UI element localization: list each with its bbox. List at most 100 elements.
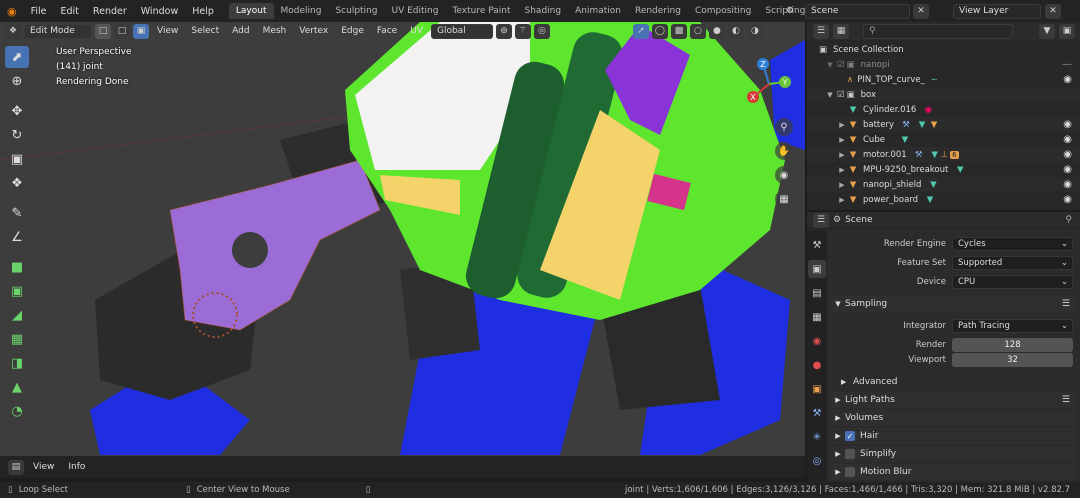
move-tool-icon[interactable]: ✥ (5, 100, 29, 122)
shading-rendered-icon[interactable]: ◑ (746, 23, 763, 39)
display-mode-icon[interactable]: ▦ (833, 23, 849, 39)
tab-uv-editing[interactable]: UV Editing (384, 3, 445, 19)
checkbox-icon[interactable]: ☑ (837, 90, 845, 100)
menu-view[interactable]: View (28, 462, 59, 472)
rotate-tool-icon[interactable]: ↻ (5, 124, 29, 146)
render-engine-dropdown[interactable]: Cycles ⌄ (952, 237, 1073, 251)
outliner-row-box[interactable]: ▼ ☑ ▣ box (807, 87, 1080, 102)
shading-solid-icon[interactable]: ● (708, 23, 725, 39)
tab-compositing[interactable]: Compositing (688, 3, 758, 19)
editor-type-icon[interactable]: ❖ (5, 23, 21, 39)
shading-material-icon[interactable]: ◐ (727, 23, 744, 39)
tab-modeling[interactable]: Modeling (274, 3, 329, 19)
menu-select[interactable]: Select (186, 26, 224, 36)
new-collection-icon[interactable]: ▣ (1059, 23, 1075, 39)
visibility-icon[interactable]: ◉ (1063, 149, 1072, 160)
outliner-row-cylinder-016[interactable]: ▼ Cylinder.016 ◉ (807, 102, 1080, 117)
outliner-row-power-board[interactable]: ▶ ▼ power_board ▼ ◉ (807, 192, 1080, 207)
proportional-icon[interactable]: ◎ (533, 23, 550, 39)
expand-icon[interactable]: ▶ (837, 151, 847, 159)
menu-add[interactable]: Add (227, 26, 254, 36)
menu-vertex[interactable]: Vertex (294, 26, 333, 36)
visibility-icon[interactable]: ◉ (1063, 134, 1072, 145)
visibility-icon[interactable]: — (1062, 59, 1072, 70)
tab-rendering[interactable]: Rendering (628, 3, 688, 19)
expand-icon[interactable]: ▶ (837, 121, 847, 129)
navigation-gizmo[interactable]: Z Y X (745, 52, 805, 112)
bevel-tool-icon[interactable]: ◢ (5, 304, 29, 326)
vertex-select-icon[interactable]: □ (95, 23, 111, 39)
face-select-icon[interactable]: ▣ (133, 23, 149, 39)
viewport-samples-field[interactable]: 32 (952, 353, 1073, 367)
visibility-icon[interactable]: ◉ (1063, 194, 1072, 205)
expand-icon[interactable]: ▶ (837, 136, 847, 144)
filter-icon[interactable]: ▼ (1039, 23, 1055, 39)
simplify-panel-header[interactable]: ▶ Simplify (831, 446, 1076, 462)
edge-select-icon[interactable]: □ (114, 23, 130, 39)
expand-icon[interactable]: ▼ (825, 91, 835, 99)
view-layer-tab-icon[interactable]: ▦ (808, 308, 826, 326)
sampling-panel-header[interactable]: ▼ Sampling ☰ (831, 296, 1076, 312)
extrude-tool-icon[interactable]: ■ (5, 256, 29, 278)
expand-icon[interactable]: ▼ (825, 61, 835, 69)
scene-selector[interactable]: Scene (805, 3, 910, 19)
shading-wire-icon[interactable]: ○ (689, 23, 706, 39)
world-tab-icon[interactable]: ● (808, 356, 826, 374)
properties-editor-type-icon[interactable]: ☰ (813, 212, 829, 228)
tool-tab-icon[interactable]: ⚒ (808, 236, 826, 254)
menu-face[interactable]: Face (372, 26, 402, 36)
feature-set-dropdown[interactable]: Supported ⌄ (952, 256, 1073, 270)
hair-checkbox[interactable]: ✓ (845, 431, 855, 441)
mode-selector[interactable]: Edit Mode (24, 23, 92, 39)
select-box-tool-icon[interactable]: ⬈ (5, 46, 29, 68)
blender-logo-icon[interactable]: ◉ (0, 5, 24, 18)
grid-icon[interactable]: ▦ (775, 190, 793, 208)
menu-help[interactable]: Help (185, 6, 221, 17)
close-scene-icon[interactable]: ✕ (913, 3, 929, 19)
menu-render[interactable]: Render (86, 6, 134, 17)
integrator-dropdown[interactable]: Path Tracing ⌄ (952, 319, 1073, 333)
knife-tool-icon[interactable]: ◨ (5, 352, 29, 374)
menu-uv[interactable]: UV (405, 26, 428, 36)
camera-icon[interactable]: ◉ (775, 166, 793, 184)
cursor-tool-icon[interactable]: ⊕ (5, 70, 29, 92)
transform-orientation-selector[interactable]: Global (430, 23, 493, 39)
annotate-tool-icon[interactable]: ✎ (5, 202, 29, 224)
outliner-row-nanopi-shield[interactable]: ▶ ▼ nanopi_shield ▼ ◉ (807, 177, 1080, 192)
tab-texture-paint[interactable]: Texture Paint (445, 3, 517, 19)
tab-sculpting[interactable]: Sculpting (328, 3, 384, 19)
visibility-icon[interactable]: ◉ (1063, 179, 1072, 190)
tab-animation[interactable]: Animation (568, 3, 628, 19)
outliner-editor-type-icon[interactable]: ☰ (813, 23, 829, 39)
expand-icon[interactable]: ▶ (837, 196, 847, 204)
inset-tool-icon[interactable]: ▣ (5, 280, 29, 302)
simplify-checkbox[interactable] (845, 449, 855, 459)
snap-icon[interactable]: ⚚ (514, 23, 531, 39)
outliner-row-battery[interactable]: ▶ ▼ battery ⚒ ▼ ▼ ◉ (807, 117, 1080, 132)
advanced-subpanel-header[interactable]: ▶ Advanced (831, 374, 1076, 390)
checkbox-icon[interactable]: ☑ (837, 60, 845, 70)
expand-icon[interactable]: ▶ (837, 166, 847, 174)
pivot-icon[interactable]: ⊛ (495, 23, 512, 39)
volumes-panel-header[interactable]: ▶ Volumes (831, 410, 1076, 426)
pin-icon[interactable]: ⚲ (1065, 215, 1072, 225)
outliner-row-scene-collection[interactable]: ▣ Scene Collection (807, 42, 1080, 57)
menu-file[interactable]: File (24, 6, 54, 17)
menu-info[interactable]: Info (63, 462, 90, 472)
presets-icon[interactable]: ☰ (1062, 299, 1070, 309)
view-layer-selector[interactable]: View Layer (953, 3, 1041, 19)
poly-build-tool-icon[interactable]: ▲ (5, 376, 29, 398)
hair-panel-header[interactable]: ▶ ✓ Hair (831, 428, 1076, 444)
visibility-icon[interactable]: ◉ (1063, 119, 1072, 130)
scale-tool-icon[interactable]: ▣ (5, 148, 29, 170)
close-view-layer-icon[interactable]: ✕ (1045, 3, 1061, 19)
visibility-icon[interactable]: ◉ (1063, 74, 1072, 85)
motion-blur-checkbox[interactable] (845, 467, 855, 477)
outliner-row-motor-001[interactable]: ▶ ▼ motor.001 ⚒ ▼ ⊥ 6 ◉ (807, 147, 1080, 162)
pan-hand-icon[interactable]: ✋ (775, 142, 793, 160)
menu-window[interactable]: Window (134, 6, 185, 17)
object-tab-icon[interactable]: ▣ (808, 380, 826, 398)
render-samples-field[interactable]: 128 (952, 338, 1073, 352)
editor-type-icon[interactable]: ▤ (8, 459, 24, 475)
menu-edit[interactable]: Edit (54, 6, 86, 17)
